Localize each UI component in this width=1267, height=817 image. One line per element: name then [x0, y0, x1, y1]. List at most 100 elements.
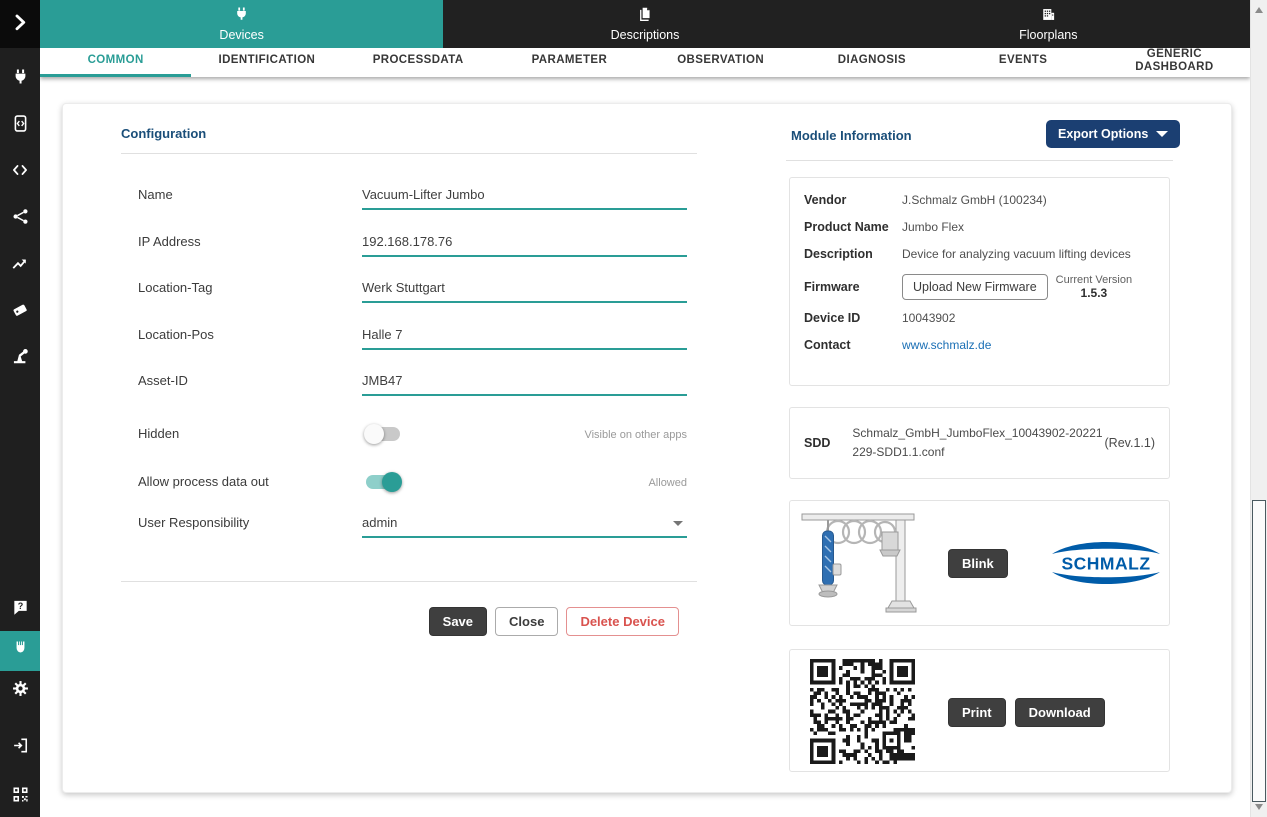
location-tag-label: Location-Tag [138, 280, 212, 295]
user-responsibility-select[interactable]: admin [362, 515, 687, 538]
vacuum-lifter-illustration [796, 506, 938, 622]
subtab-generic-dashboard[interactable]: GENERIC DASHBOARD [1099, 48, 1250, 77]
description-row: Description Device for analyzing vacuum … [804, 247, 1155, 261]
sidebar-item-robot[interactable] [0, 338, 40, 378]
save-button[interactable]: Save [429, 607, 487, 636]
firmware-label: Firmware [804, 280, 902, 294]
form-field-user-responsibility: User Responsibility admin [138, 492, 687, 538]
sidebar-item-logout[interactable] [0, 728, 40, 768]
form-field-name: Name [138, 164, 687, 210]
vendor-value: J.Schmalz GmbH (100234) [902, 193, 1155, 207]
subtab-common[interactable]: COMMON [40, 48, 191, 77]
contact-label: Contact [804, 338, 902, 352]
plug-icon [12, 69, 29, 91]
firmware-row: Firmware Upload New Firmware Current Ver… [804, 274, 1155, 300]
location-pos-input[interactable] [362, 327, 687, 350]
form-field-location-pos: Location-Pos [138, 304, 687, 350]
asset-id-label: Asset-ID [138, 373, 188, 388]
sidebar-item-network[interactable] [0, 199, 40, 239]
analytics-icon [11, 254, 29, 277]
user-responsibility-label: User Responsibility [138, 515, 249, 530]
sidebar-expand-button[interactable] [0, 0, 40, 48]
scroll-down-arrow[interactable] [1255, 804, 1263, 810]
location-tag-input[interactable] [362, 280, 687, 303]
delete-device-button[interactable]: Delete Device [566, 607, 679, 636]
subtab-diagnosis[interactable]: DIAGNOSIS [796, 48, 947, 77]
tab-label: Devices [219, 28, 263, 42]
process-data-label: Allow process data out [138, 474, 269, 489]
device-description-icon [12, 115, 29, 137]
tab-descriptions[interactable]: Descriptions [443, 0, 846, 48]
divider [121, 153, 697, 154]
gear-icon [12, 680, 29, 702]
hidden-status: Visible on other apps [584, 429, 687, 441]
device-sub-tabs: COMMON IDENTIFICATION PROCESSDATA PARAME… [40, 48, 1250, 77]
sidebar-item-tags[interactable] [0, 292, 40, 332]
sidebar-item-vacuum-lifter[interactable] [0, 631, 40, 671]
code-icon [11, 161, 29, 184]
qr-card: Print Download [789, 649, 1170, 772]
device-id-label: Device ID [804, 311, 902, 325]
logout-icon [12, 737, 29, 759]
qr-icon [12, 786, 29, 808]
toggle-row-process-data: Allow process data out Allowed [138, 470, 687, 494]
close-button[interactable]: Close [495, 607, 558, 636]
scrollbar-thumb[interactable] [1252, 500, 1266, 802]
top-navigation: Devices Descriptions Floorplans [40, 0, 1250, 48]
asset-id-input[interactable] [362, 373, 687, 396]
sdd-revision: (Rev.1.1) [1105, 436, 1155, 450]
module-information-title: Module Information [791, 128, 912, 143]
sidebar-item-help[interactable]: ? [0, 590, 40, 630]
process-data-status: Allowed [648, 477, 687, 489]
print-button[interactable]: Print [948, 698, 1006, 727]
toggle-knob [382, 472, 402, 492]
current-version-label: Current Version [1056, 274, 1132, 286]
subtab-events[interactable]: EVENTS [948, 48, 1099, 77]
toggle-row-hidden: Hidden Visible on other apps [138, 422, 687, 446]
subtab-parameter[interactable]: PARAMETER [494, 48, 645, 77]
download-button[interactable]: Download [1015, 698, 1105, 727]
schmalz-logo-text: SCHMALZ [1061, 554, 1150, 574]
upload-firmware-button[interactable]: Upload New Firmware [902, 274, 1048, 300]
product-name-value: Jumbo Flex [902, 220, 1155, 234]
scroll-up-arrow[interactable] [1255, 7, 1263, 13]
device-detail-card: Configuration Name IP Address Location-T… [62, 103, 1232, 793]
sidebar-item-code[interactable] [0, 152, 40, 192]
blink-button[interactable]: Blink [948, 549, 1008, 578]
location-pos-label: Location-Pos [138, 327, 214, 342]
subtab-identification[interactable]: IDENTIFICATION [191, 48, 342, 77]
chevron-down-icon [673, 521, 683, 526]
subtab-processdata[interactable]: PROCESSDATA [343, 48, 494, 77]
sidebar-item-qr-scanner[interactable] [0, 777, 40, 817]
sidebar-item-analytics[interactable] [0, 245, 40, 285]
vendor-row: Vendor J.Schmalz GmbH (100234) [804, 193, 1155, 207]
vacuum-lifter-icon [12, 640, 29, 662]
svg-text:?: ? [17, 601, 23, 611]
ip-input[interactable] [362, 234, 687, 257]
process-data-toggle[interactable] [366, 475, 400, 489]
hidden-label: Hidden [138, 426, 179, 441]
description-label: Description [804, 247, 902, 261]
subtab-observation[interactable]: OBSERVATION [645, 48, 796, 77]
contact-link[interactable]: www.schmalz.de [902, 338, 1155, 352]
form-field-ip: IP Address [138, 211, 687, 257]
device-image-card: Blink SCHMALZ [789, 500, 1170, 626]
tab-devices[interactable]: Devices [40, 0, 443, 48]
product-name-label: Product Name [804, 220, 902, 234]
robot-arm-icon [11, 347, 29, 370]
divider [786, 160, 1173, 161]
configuration-title: Configuration [121, 126, 206, 141]
vertical-scrollbar[interactable] [1250, 0, 1267, 817]
sidebar-item-descriptions[interactable] [0, 106, 40, 146]
export-options-button[interactable]: Export Options [1046, 120, 1180, 148]
chevron-right-icon [10, 12, 30, 37]
building-icon [1041, 7, 1056, 25]
sidebar-item-settings[interactable] [0, 671, 40, 711]
hidden-toggle[interactable] [366, 427, 400, 441]
tab-floorplans[interactable]: Floorplans [847, 0, 1250, 48]
name-input[interactable] [362, 187, 687, 210]
asset-tag-icon [11, 301, 29, 324]
sidebar-item-devices[interactable] [0, 60, 40, 100]
form-actions: Save Close Delete Device [121, 607, 697, 636]
qr-actions: Print Download [948, 698, 1105, 727]
